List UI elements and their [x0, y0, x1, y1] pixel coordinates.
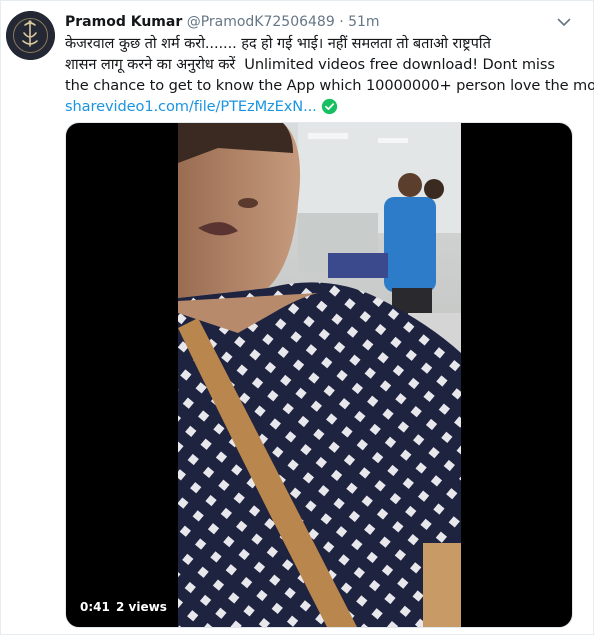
avatar-emblem-icon	[6, 11, 55, 60]
tweet-text-line-1: केजरवाल कुछ तो शर्म करो....... हद हो गई …	[65, 35, 491, 52]
tweet-text-line-3: the chance to get to know the App which …	[65, 77, 594, 94]
tweet-card[interactable]: Pramod Kumar @PramodK72506489 · 51m केजर…	[0, 0, 594, 635]
tweet-text-line-2-hindi: शासन लागू करने का अनुरोध करें	[65, 56, 236, 73]
header-separator: ·	[339, 14, 344, 30]
video-still-image	[178, 123, 461, 627]
tweet-header: Pramod Kumar @PramodK72506489 · 51m	[65, 12, 380, 32]
avatar[interactable]	[6, 11, 55, 60]
video-frame[interactable]	[178, 123, 461, 627]
tweet-text-line-2-english: Unlimited videos free download! Dont mis…	[235, 56, 555, 73]
video-player[interactable]: 0:41 2 views	[65, 122, 573, 628]
tweet-timestamp[interactable]: 51m	[348, 14, 379, 30]
tweet-text: केजरवाल कुछ तो शर्म करो....... हद हो गई …	[65, 33, 594, 117]
author-handle[interactable]: @PramodK72506489	[187, 14, 335, 30]
chevron-down-icon[interactable]	[555, 13, 573, 31]
tweet-link-row: sharevideo1.com/file/PTEzMzExN...	[65, 96, 575, 117]
video-duration: 0:41	[80, 600, 110, 614]
video-view-count: 2 views	[116, 600, 167, 614]
video-controls-overlay: 0:41 2 views	[66, 587, 572, 627]
tweet-link[interactable]: sharevideo1.com/file/PTEzMzExN...	[65, 96, 317, 117]
author-name[interactable]: Pramod Kumar	[65, 14, 182, 30]
tweet-text-line-2: शासन लागू करने का अनुरोध करें Unlimited …	[65, 54, 575, 75]
check-circle-icon	[321, 98, 337, 115]
